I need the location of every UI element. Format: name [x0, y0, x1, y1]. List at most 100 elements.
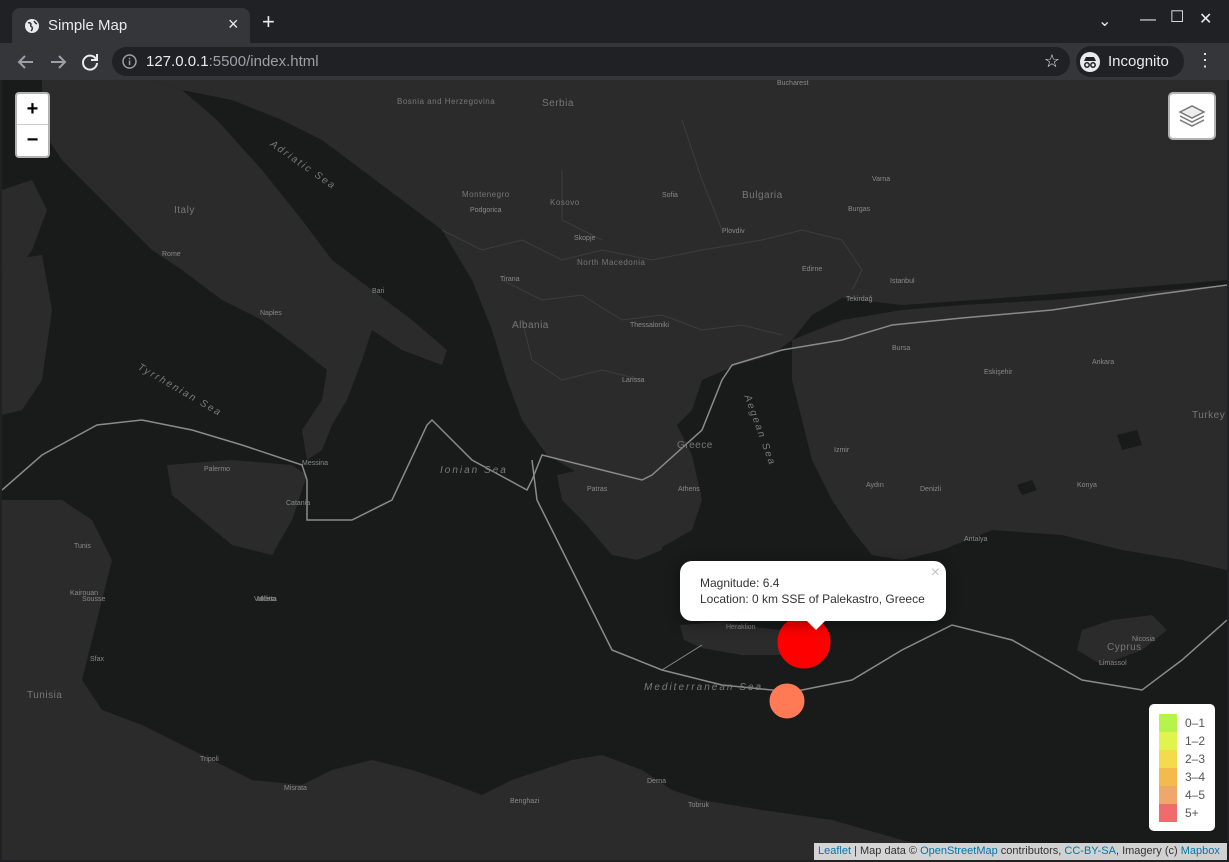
leaflet-link[interactable]: Leaflet: [818, 845, 851, 857]
legend-swatch: [1159, 768, 1177, 786]
legend-label: 1–2: [1185, 734, 1206, 748]
map-label: Kosovo: [550, 198, 580, 207]
map-label: Denizli: [920, 486, 942, 493]
map-label: Sousse: [82, 596, 106, 603]
popup-magnitude: Magnitude: 6.4: [700, 576, 780, 590]
map-label: Bulgaria: [742, 190, 783, 201]
map-label: Limassol: [1099, 660, 1127, 667]
earthquake-marker[interactable]: [769, 683, 805, 719]
minimize-button[interactable]: —: [1140, 12, 1156, 28]
map-label: Podgorica: [470, 207, 502, 214]
zoom-in-button[interactable]: +: [17, 94, 48, 125]
legend-label: 4–5: [1185, 788, 1206, 802]
popup-close-icon[interactable]: ×: [931, 564, 940, 582]
attribution-text: , Imagery (c): [1115, 845, 1181, 857]
map-viewport[interactable]: Bucharest Italy Greece Bulgaria Serbia A…: [2, 80, 1227, 860]
map-label: Bari: [372, 288, 385, 295]
map-label: Misrata: [284, 785, 307, 792]
address-bar[interactable]: 127.0.0.1:5500/index.html ☆: [112, 47, 1070, 76]
map-label: Rome: [162, 251, 181, 258]
license-link[interactable]: CC-BY-SA: [1064, 845, 1116, 857]
legend-label: 3–4: [1185, 770, 1206, 784]
map-label: Mdina: [257, 596, 277, 603]
map-label: Larissa: [622, 377, 645, 384]
map-label: Bucharest: [777, 80, 809, 87]
map-label: Bursa: [892, 345, 911, 352]
globe-icon: [25, 19, 39, 33]
incognito-icon: [1080, 52, 1100, 72]
legend-row: 2–3: [1159, 750, 1215, 768]
legend-swatch: [1159, 732, 1177, 750]
map-label: Patras: [587, 486, 608, 493]
magnitude-legend: 0–1 1–2 2–3 3–4 4–5 5+: [1149, 704, 1215, 831]
info-icon[interactable]: [122, 54, 137, 69]
map-label: Thessaloniki: [630, 322, 669, 329]
map-label: Istanbul: [890, 278, 915, 285]
map-label: Montenegro: [462, 190, 510, 199]
reload-icon[interactable]: [79, 51, 101, 73]
legend-swatch: [1159, 786, 1177, 804]
mapbox-link[interactable]: Mapbox: [1181, 845, 1220, 857]
url-path: :5500/index.html: [208, 53, 319, 70]
map-label: Ankara: [1092, 359, 1115, 366]
map-attribution: Leaflet | Map data © OpenStreetMap contr…: [814, 843, 1227, 860]
incognito-badge[interactable]: Incognito: [1076, 46, 1184, 77]
close-window-button[interactable]: ✕: [1199, 12, 1212, 28]
new-tab-button[interactable]: +: [262, 11, 275, 33]
map-label: Bosnia and Herzegovina: [397, 97, 496, 106]
forward-icon[interactable]: [47, 51, 69, 73]
map-label: Tekirdağ: [846, 296, 873, 303]
map-label: Tunis: [74, 543, 91, 550]
legend-row: 1–2: [1159, 732, 1215, 750]
map-label: Cyprus: [1107, 642, 1142, 653]
map-label: North Macedonia: [577, 258, 646, 267]
legend-label: 0–1: [1185, 716, 1206, 730]
legend-label: 2–3: [1185, 752, 1206, 766]
map-label: Izmir: [834, 447, 850, 454]
map-label: Skopje: [574, 235, 596, 242]
osm-link[interactable]: OpenStreetMap: [920, 845, 998, 857]
map-label: Tripoli: [200, 756, 219, 763]
layers-control-button[interactable]: [1168, 92, 1216, 140]
basemap: [2, 80, 1227, 860]
legend-row: 4–5: [1159, 786, 1215, 804]
tab-strip: Simple Map × + ⌄ — ☐ ✕: [0, 0, 1229, 43]
map-label: Sfax: [90, 656, 105, 663]
map-label: Catania: [286, 500, 311, 507]
legend-row: 5+: [1159, 804, 1215, 822]
back-icon[interactable]: [15, 51, 37, 73]
zoom-out-button[interactable]: −: [17, 125, 48, 155]
tab-search-icon[interactable]: ⌄: [1098, 14, 1111, 30]
map-label: Varna: [872, 176, 891, 183]
map-label: Antalya: [964, 536, 988, 543]
tab-close-icon[interactable]: ×: [228, 15, 239, 33]
legend-label: 5+: [1185, 806, 1199, 820]
map-label: Benghazi: [510, 798, 540, 805]
map-label: Ionian Sea: [440, 465, 508, 476]
map-label: Naples: [260, 310, 282, 317]
map-label: Serbia: [542, 98, 574, 109]
incognito-label: Incognito: [1108, 53, 1169, 70]
map-label: Mediterranean Sea: [644, 682, 764, 693]
layers-icon: [1178, 105, 1206, 127]
map-label: Burgas: [848, 206, 871, 213]
map-label: Albania: [512, 320, 549, 331]
tab-simple-map[interactable]: Simple Map ×: [12, 8, 250, 43]
map-label: Derna: [647, 778, 667, 785]
attribution-text: | Map data ©: [851, 845, 921, 857]
bookmark-star-icon[interactable]: ☆: [1044, 51, 1060, 72]
map-label: Palermo: [204, 466, 231, 473]
tab-title: Simple Map: [48, 17, 128, 34]
zoom-control: + −: [15, 92, 50, 158]
maximize-button[interactable]: ☐: [1170, 10, 1184, 26]
map-label: Greece: [677, 440, 713, 451]
earthquake-popup: × Magnitude: 6.4 Location: 0 km SSE of P…: [680, 561, 946, 621]
map-label: Tirana: [500, 276, 520, 283]
url-text: 127.0.0.1:5500/index.html: [146, 53, 319, 70]
browser-menu-icon[interactable]: ⋮: [1196, 51, 1214, 69]
legend-swatch: [1159, 804, 1177, 822]
legend-row: 0–1: [1159, 714, 1215, 732]
map-label: Heraklion: [726, 624, 756, 631]
browser-toolbar: 127.0.0.1:5500/index.html ☆ Incognito ⋮: [0, 43, 1229, 80]
map-label: Italy: [174, 205, 195, 216]
